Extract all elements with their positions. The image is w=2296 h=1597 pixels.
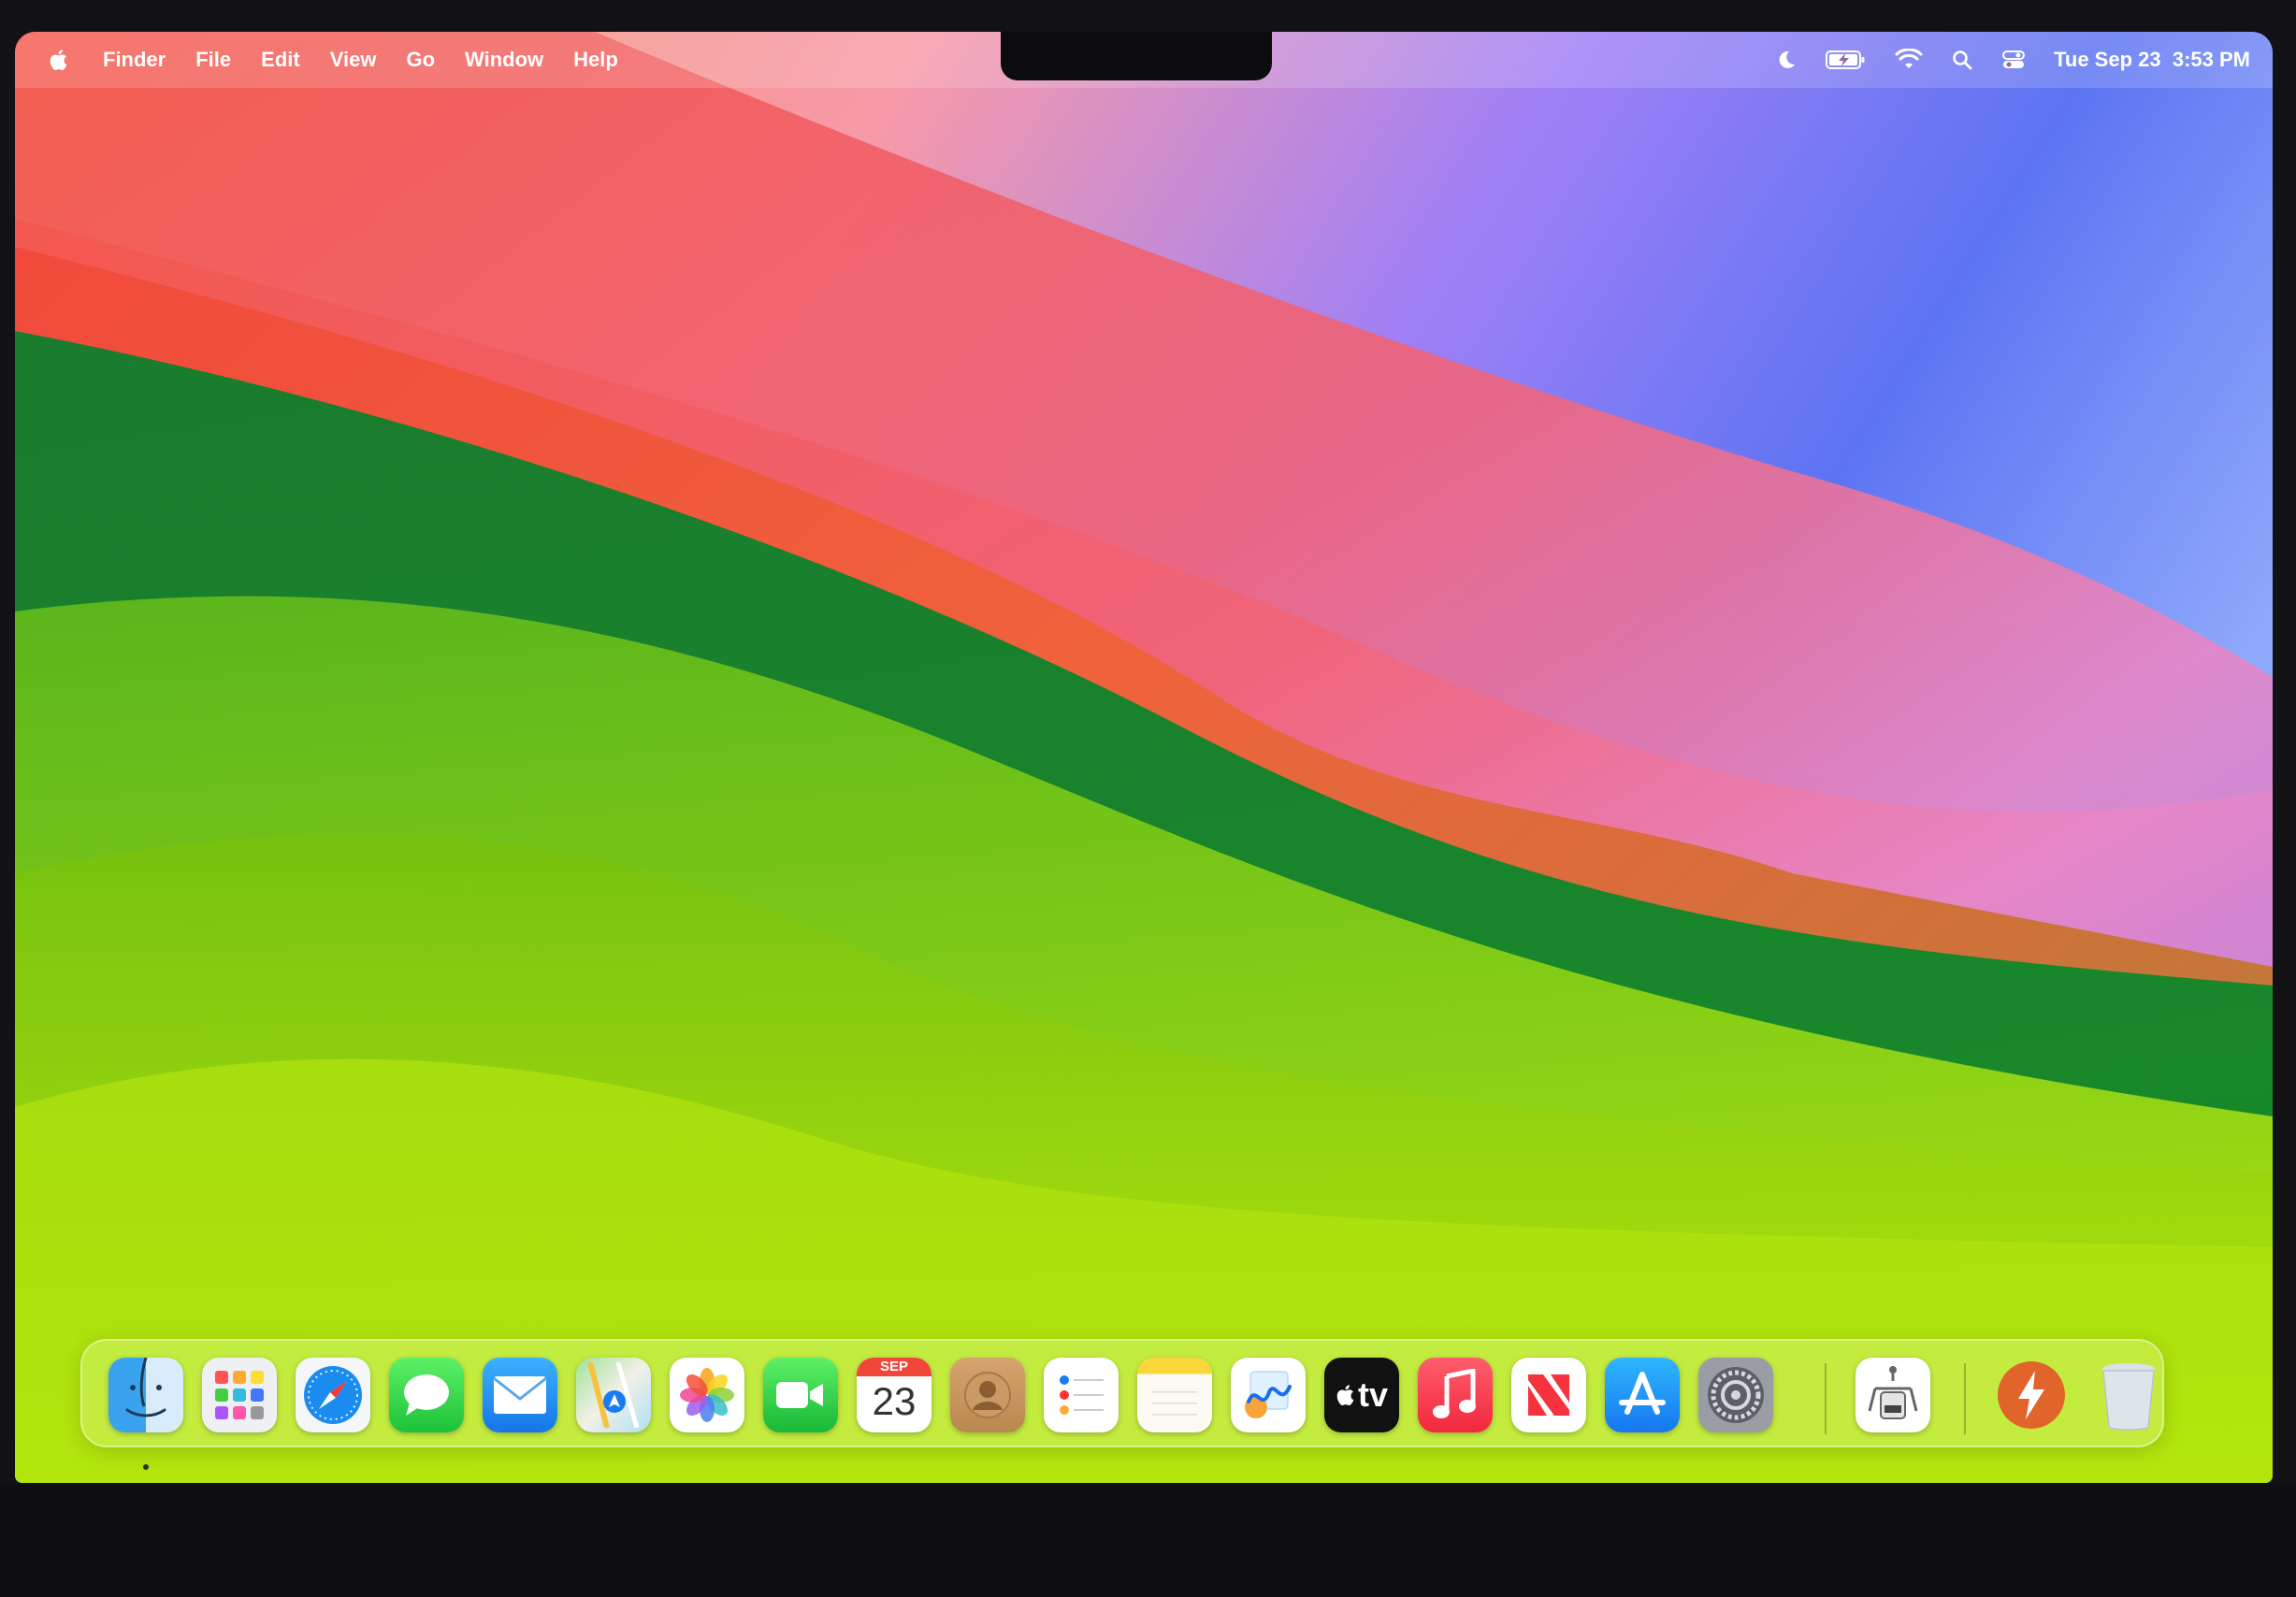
dock-system-settings[interactable] <box>1698 1358 1773 1432</box>
control-center-icon[interactable] <box>2001 49 2026 71</box>
launchpad-grid-icon <box>215 1371 264 1419</box>
dock-freeform[interactable] <box>1231 1358 1306 1432</box>
menu-help[interactable]: Help <box>573 48 618 72</box>
dock-maps[interactable] <box>576 1358 651 1432</box>
laptop-bezel <box>0 1483 2296 1597</box>
camera-notch <box>1001 32 1272 80</box>
dock-mail[interactable] <box>483 1358 557 1432</box>
wallpaper <box>15 32 2273 1483</box>
menu-go[interactable]: Go <box>406 48 435 72</box>
finder-icon <box>125 1358 166 1417</box>
dock-contacts[interactable] <box>950 1358 1025 1432</box>
facetime-camera-icon <box>776 1382 823 1408</box>
menu-bar: Finder File Edit View Go Window Help Tue… <box>15 32 2273 88</box>
dock-safari[interactable] <box>296 1358 370 1432</box>
dock-reeder[interactable] <box>1994 1358 2069 1432</box>
apple-menu-icon[interactable] <box>49 47 71 73</box>
desktop-screen: Finder File Edit View Go Window Help Tue… <box>15 32 2273 1483</box>
settings-gear-icon <box>1708 1367 1764 1423</box>
dock-notes[interactable] <box>1137 1358 1212 1432</box>
dock-launchpad[interactable] <box>202 1358 277 1432</box>
dock-music[interactable] <box>1418 1358 1493 1432</box>
menu-app-finder[interactable]: Finder <box>103 48 166 72</box>
wifi-icon[interactable] <box>1895 49 1923 71</box>
dock-trash[interactable] <box>2091 1358 2166 1432</box>
finder-running-indicator <box>143 1464 149 1470</box>
calendar-month: SEP <box>857 1358 931 1376</box>
tv-apple-logo-icon <box>1336 1385 1354 1405</box>
dock-photos[interactable] <box>670 1358 744 1432</box>
music-note-icon <box>1433 1369 1476 1418</box>
menu-view[interactable]: View <box>330 48 377 72</box>
dock-finder[interactable] <box>108 1358 183 1432</box>
automator-robot-icon <box>1868 1366 1918 1419</box>
dock-separator <box>1825 1363 1827 1434</box>
calendar-day: 23 <box>872 1379 917 1423</box>
contacts-person-icon <box>964 1372 1011 1418</box>
trash-can-icon <box>2102 1363 2155 1431</box>
news-icon <box>1528 1374 1569 1416</box>
focus-moon-icon[interactable] <box>1775 49 1798 71</box>
app-store-a-icon <box>1619 1372 1666 1415</box>
tv-label: tv <box>1357 1375 1388 1414</box>
safari-compass-icon <box>304 1366 362 1424</box>
messages-bubble-icon <box>404 1374 449 1416</box>
dock-reminders[interactable] <box>1044 1358 1119 1432</box>
dock-messages[interactable] <box>389 1358 464 1432</box>
menu-edit[interactable]: Edit <box>261 48 300 72</box>
reminders-list-icon <box>1060 1375 1104 1415</box>
dock-tv[interactable]: tv <box>1324 1358 1399 1432</box>
maps-icon <box>587 1362 640 1428</box>
menu-clock[interactable]: Tue Sep 23 3:53 PM <box>2054 48 2250 72</box>
menu-window[interactable]: Window <box>465 48 543 72</box>
dock-separator-2 <box>1964 1363 1966 1434</box>
dock-app-store[interactable] <box>1605 1358 1680 1432</box>
lightning-bolt-icon <box>1998 1361 2065 1429</box>
battery-charging-icon[interactable] <box>1826 50 1867 70</box>
menu-file[interactable]: File <box>195 48 231 72</box>
freeform-scribble-icon <box>1245 1371 1292 1418</box>
dock-calendar[interactable]: SEP 23 <box>857 1358 931 1432</box>
spotlight-search-icon[interactable] <box>1951 49 1973 71</box>
mail-envelope-icon <box>493 1376 547 1414</box>
dock-news[interactable] <box>1511 1358 1586 1432</box>
notes-pad-icon <box>1152 1391 1197 1416</box>
dock-automator[interactable] <box>1856 1358 1930 1432</box>
photos-flower-icon <box>680 1368 734 1422</box>
dock-facetime[interactable] <box>763 1358 838 1432</box>
